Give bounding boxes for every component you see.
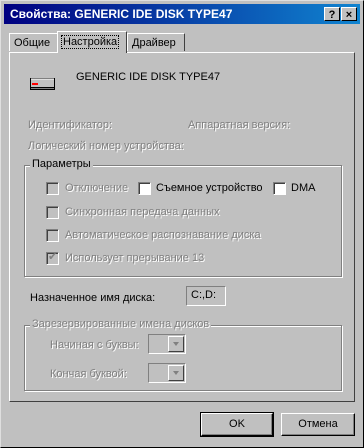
dma-checkbox[interactable] bbox=[273, 182, 286, 195]
assigned-drive-label: Назначенное имя диска: bbox=[30, 292, 156, 304]
autodetect-label: Автоматическое распознавание диска bbox=[65, 229, 261, 241]
reserved-group-label: Зарезервированные имена дисков bbox=[30, 318, 212, 330]
tab-general[interactable]: Общие bbox=[9, 33, 58, 51]
sync-transfer-label: Синхронная передача данных bbox=[65, 206, 220, 218]
assigned-drive-value: C:,D: bbox=[191, 289, 217, 301]
logical-number-label: Логический номер устройства: bbox=[28, 140, 184, 152]
ok-button[interactable]: OK bbox=[200, 412, 274, 437]
tab-settings-label: Настройка bbox=[60, 35, 120, 49]
chevron-down-icon[interactable] bbox=[168, 336, 184, 352]
assigned-drive-field[interactable]: C:,D: bbox=[186, 286, 226, 306]
int13-label: Использует прерывание 13 bbox=[65, 252, 205, 264]
tab-driver[interactable]: Драйвер bbox=[127, 33, 185, 51]
autodetect-checkbox[interactable] bbox=[46, 229, 59, 242]
hard-disk-icon bbox=[30, 78, 55, 90]
device-name: GENERIC IDE DISK TYPE47 bbox=[76, 71, 221, 83]
tab-settings[interactable]: Настройка bbox=[57, 31, 127, 53]
identifier-label: Идентификатор: bbox=[28, 119, 113, 131]
close-button[interactable]: × bbox=[341, 7, 357, 21]
settings-panel: GENERIC IDE DISK TYPE47 Идентификатор: А… bbox=[9, 52, 355, 402]
removable-label: Съемное устройство bbox=[156, 182, 263, 194]
disconnect-label: Отключение bbox=[65, 182, 129, 194]
disconnect-checkbox[interactable] bbox=[46, 182, 59, 195]
chevron-down-icon[interactable] bbox=[168, 365, 184, 381]
tab-general-label: Общие bbox=[14, 37, 51, 49]
dma-label: DMA bbox=[291, 182, 316, 194]
start-letter-label: Начиная с буквы: bbox=[50, 339, 139, 351]
window-title: Свойства: GENERIC IDE DISK TYPE47 bbox=[10, 7, 233, 21]
end-letter-label: Кончая буквой: bbox=[50, 368, 127, 380]
help-button[interactable]: ? bbox=[324, 7, 340, 21]
title-bar[interactable]: Свойства: GENERIC IDE DISK TYPE47 ? × bbox=[4, 4, 360, 24]
removable-checkbox[interactable] bbox=[138, 182, 151, 195]
start-letter-select[interactable] bbox=[148, 334, 186, 354]
checkmark-icon: ✔ bbox=[48, 251, 58, 263]
firmware-label: Аппаратная версия: bbox=[188, 119, 291, 131]
tab-driver-label: Драйвер bbox=[132, 37, 176, 49]
end-letter-select[interactable] bbox=[148, 363, 186, 383]
parameters-group-label: Параметры bbox=[30, 158, 93, 170]
cancel-button[interactable]: Отмена bbox=[281, 413, 355, 436]
properties-window: Свойства: GENERIC IDE DISK TYPE47 ? × Об… bbox=[0, 0, 364, 448]
sync-transfer-checkbox[interactable] bbox=[46, 206, 59, 219]
int13-checkbox[interactable]: ✔ bbox=[46, 251, 59, 265]
